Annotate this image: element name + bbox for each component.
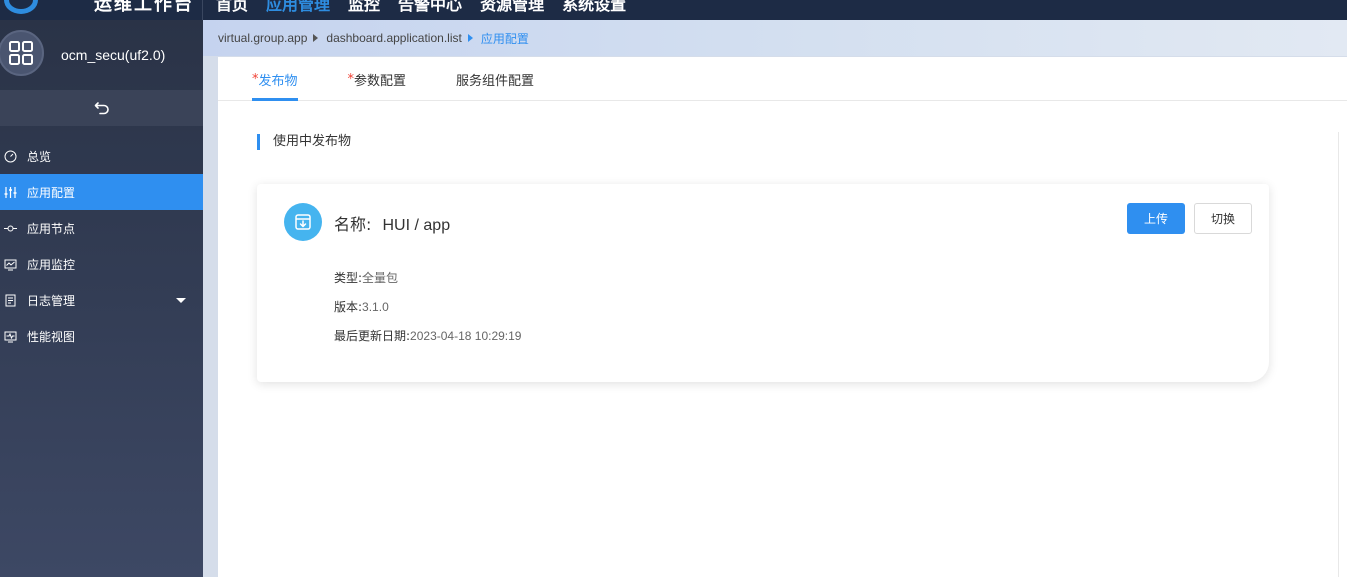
artifact-card: 名称: HUI / app 上传 切换 类型:全量包 版本:3.1.0 最后更新… xyxy=(257,184,1269,382)
top-nav-item[interactable]: 告警中心 xyxy=(398,0,462,15)
sidebar-item-overview[interactable]: 总览 xyxy=(0,138,203,174)
tab-artifacts[interactable]: * 发布物 xyxy=(252,57,298,101)
sidebar-item-app-config[interactable]: 应用配置 xyxy=(0,174,203,210)
sidebar-item-app-monitor[interactable]: 应用监控 xyxy=(0,246,203,282)
sidebar-item-label: 应用配置 xyxy=(27,185,76,200)
top-nav-item[interactable]: 首页 xyxy=(216,0,248,15)
top-nav-item[interactable]: 资源管理 xyxy=(480,0,544,15)
tab-label: 服务组件配置 xyxy=(456,73,535,89)
package-download-icon xyxy=(284,203,322,241)
tab-parameters[interactable]: * 参数配置 xyxy=(348,57,407,101)
top-nav: 首页 应用管理 监控 告警中心 资源管理 系统设置 xyxy=(216,0,626,15)
chevron-down-icon[interactable] xyxy=(176,298,186,303)
user-panel: ocm_secu(uf2.0) xyxy=(0,20,203,90)
updated-value: 2023-04-18 10:29:19 xyxy=(410,329,522,343)
version-label: 版本: xyxy=(334,300,363,314)
sidebar-item-label: 日志管理 xyxy=(27,293,76,308)
sidebar-item-log-management[interactable]: 日志管理 xyxy=(0,282,203,318)
sidebar-item-performance[interactable]: 性能视图 xyxy=(0,318,203,354)
type-value: 全量包 xyxy=(362,271,399,285)
tab-label: 参数配置 xyxy=(354,73,407,89)
artifact-updated-row: 最后更新日期:2023-04-18 10:29:19 xyxy=(334,327,521,344)
sliders-icon xyxy=(3,185,17,199)
log-icon xyxy=(3,293,17,307)
sidebar: ocm_secu(uf2.0) 总览 应用配置 应用节点 应用监控 日志管理 性… xyxy=(0,20,203,577)
top-bar: 运维工作台 首页 应用管理 监控 告警中心 资源管理 系统设置 xyxy=(0,0,1347,20)
monitor-icon xyxy=(3,257,17,271)
artifact-name-label: 名称: xyxy=(334,215,372,234)
artifact-type-row: 类型:全量包 xyxy=(334,269,398,286)
sidebar-item-app-nodes[interactable]: 应用节点 xyxy=(0,210,203,246)
sidebar-item-label: 总览 xyxy=(27,149,52,164)
sidebar-item-label: 应用监控 xyxy=(27,257,76,272)
chart-icon xyxy=(3,329,17,343)
tab-bar: * 发布物 * 参数配置 服务组件配置 xyxy=(218,57,1347,101)
sidebar-item-label: 性能视图 xyxy=(27,329,76,344)
app-logo-text: 运维工作台 xyxy=(94,0,194,15)
logo-icon xyxy=(4,0,38,14)
node-icon xyxy=(3,221,17,235)
breadcrumb-item[interactable]: dashboard.application.list xyxy=(326,31,461,45)
content-divider xyxy=(1338,132,1339,577)
section-title: 使用中发布物 xyxy=(257,134,351,150)
version-value: 3.1.0 xyxy=(362,300,389,314)
breadcrumb: virtual.group.app dashboard.application.… xyxy=(203,20,1347,56)
artifact-name-value: HUI / app xyxy=(382,217,451,234)
avatar[interactable] xyxy=(0,30,44,76)
switch-button[interactable]: 切换 xyxy=(1194,203,1252,234)
tab-service-components[interactable]: 服务组件配置 xyxy=(456,57,534,101)
collapse-button[interactable] xyxy=(0,90,203,126)
sidebar-menu: 总览 应用配置 应用节点 应用监控 日志管理 性能视图 xyxy=(0,138,203,354)
username: ocm_secu(uf2.0) xyxy=(61,47,166,63)
top-nav-item[interactable]: 监控 xyxy=(348,0,380,15)
gauge-icon xyxy=(3,149,17,163)
caret-right-icon xyxy=(313,34,319,42)
top-divider xyxy=(202,0,203,20)
grid-icon xyxy=(9,41,33,65)
type-label: 类型: xyxy=(334,271,363,285)
sidebar-item-label: 应用节点 xyxy=(27,221,76,236)
updated-label: 最后更新日期: xyxy=(334,329,411,343)
top-nav-item[interactable]: 系统设置 xyxy=(562,0,626,15)
top-nav-item-active[interactable]: 应用管理 xyxy=(266,0,330,15)
tab-label: 发布物 xyxy=(258,73,298,89)
artifact-version-row: 版本:3.1.0 xyxy=(334,298,389,315)
upload-button[interactable]: 上传 xyxy=(1127,203,1185,234)
undo-icon xyxy=(94,102,109,115)
artifact-name-row: 名称: HUI / app xyxy=(334,211,450,235)
breadcrumb-current: 应用配置 xyxy=(480,31,529,46)
caret-right-icon xyxy=(467,34,473,42)
breadcrumb-item[interactable]: virtual.group.app xyxy=(218,31,307,45)
main-content: * 发布物 * 参数配置 服务组件配置 使用中发布物 名称: HUI / app… xyxy=(218,57,1347,577)
